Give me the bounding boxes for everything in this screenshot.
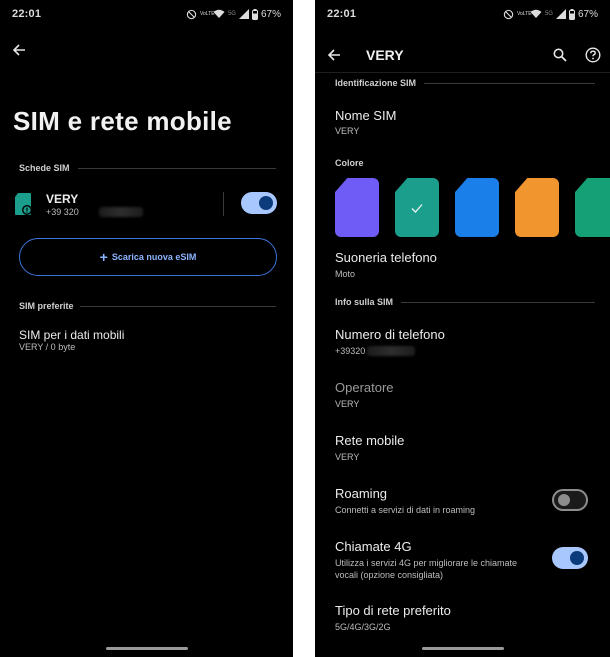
status-time: 22:01 [327, 8, 357, 20]
dnd-icon [186, 9, 197, 19]
search-icon [553, 48, 567, 62]
color-swatch-purple[interactable] [335, 178, 379, 237]
section-label: Colore [335, 158, 364, 168]
preferred-network-title[interactable]: Tipo di rete preferito [335, 603, 451, 618]
app-bar: VERY [315, 40, 610, 70]
phone-number-title[interactable]: Numero di telefono [335, 327, 445, 342]
search-button[interactable] [551, 46, 569, 64]
calls-4g-title[interactable]: Chiamate 4G [335, 539, 412, 554]
mobile-network-title[interactable]: Rete mobile [335, 433, 404, 448]
number-redaction [99, 207, 143, 217]
preferred-network-value: 5G/4G/3G/2G [335, 622, 391, 632]
sim-name: VERY [46, 192, 79, 206]
section-label: Identificazione SIM [335, 78, 417, 88]
color-section-header: Colore [335, 158, 595, 168]
status-bar: 22:01 VoLTE 5G 67% [0, 0, 293, 28]
sim-name-title[interactable]: Nome SIM [335, 108, 396, 123]
status-bar: 22:01 VoLTE 5G 67% [315, 0, 610, 28]
mobile-data-sim-title[interactable]: SIM per i dati mobili [19, 328, 124, 342]
number-redaction [367, 346, 415, 356]
signal-icon [555, 9, 566, 19]
mobile-network-value: VERY [335, 452, 360, 462]
sim-name-value: VERY [335, 126, 360, 136]
sim-id-section-header: Identificazione SIM [335, 78, 595, 88]
back-button[interactable] [324, 45, 344, 65]
section-divider [401, 301, 595, 303]
roaming-title[interactable]: Roaming [335, 486, 387, 501]
wifi-icon [213, 9, 225, 18]
operator-value: VERY [335, 399, 360, 409]
section-divider [77, 167, 276, 169]
section-label: Schede SIM [19, 163, 70, 173]
sim-enabled-toggle[interactable] [241, 192, 277, 214]
phone-number-value: +39320 [335, 346, 366, 356]
sim-card-row[interactable]: VERY +39 320 [13, 186, 277, 222]
help-icon [585, 47, 601, 63]
roaming-toggle[interactable] [552, 489, 588, 511]
status-icons: VoLTE 5G 67% [186, 8, 281, 20]
app-bar-title: VERY [366, 47, 404, 63]
color-swatch-green[interactable] [575, 178, 610, 237]
arrow-left-icon [12, 44, 25, 56]
status-time: 22:01 [12, 8, 42, 20]
calls-4g-description: Utilizza i servizi 4G per migliorare le … [335, 558, 518, 580]
download-esim-button[interactable]: + Scarica nuova eSIM [19, 238, 277, 276]
app-bar-divider [315, 72, 610, 73]
color-swatch-orange[interactable] [515, 178, 559, 237]
arrow-left-icon [327, 49, 340, 61]
signal-icon [238, 9, 249, 19]
roaming-description: Connetti a servizi di dati in roaming [335, 505, 476, 515]
calls-4g-toggle[interactable] [552, 547, 588, 569]
check-icon [411, 203, 423, 213]
volte-icon: VoLTE [199, 10, 215, 17]
section-label: Info sulla SIM [335, 297, 394, 307]
toggle-knob [570, 551, 584, 565]
help-button[interactable] [583, 45, 603, 65]
volte-icon: VoLTE [516, 10, 532, 17]
mobile-data-sim-value: VERY / 0 byte [19, 342, 76, 352]
section-label: SIM preferite [19, 301, 74, 311]
color-swatch-teal[interactable] [395, 178, 439, 237]
network-type-icon: 5G [544, 11, 553, 17]
sim-card-icon [15, 193, 32, 215]
download-esim-label: Scarica nuova eSIM [111, 252, 197, 262]
operator-title: Operatore [335, 380, 394, 395]
battery-percent: 67% [260, 8, 281, 20]
section-divider [424, 82, 595, 84]
color-swatch-list [335, 178, 610, 238]
wifi-icon [530, 9, 542, 18]
sim-row-divider [223, 192, 224, 216]
back-button[interactable] [9, 40, 29, 60]
sim-settings-screen: 22:01 VoLTE 5G 67% SIM e rete mobile Sch… [0, 0, 293, 657]
sim-info-section-header: Info sulla SIM [335, 297, 595, 307]
home-indicator[interactable] [105, 647, 188, 650]
ringtone-title[interactable]: Suoneria telefono [335, 250, 437, 265]
status-icons: VoLTE 5G 67% [503, 8, 598, 20]
sim-number: +39 320 [46, 207, 79, 217]
section-divider [80, 306, 276, 307]
battery-icon [251, 8, 258, 20]
network-type-icon: 5G [227, 11, 236, 17]
sim-cards-section-header: Schede SIM [19, 163, 276, 173]
battery-percent: 67% [577, 8, 598, 20]
plus-icon: + [99, 249, 108, 265]
ringtone-value: Moto [335, 269, 356, 279]
dnd-icon [503, 9, 514, 19]
sim-detail-screen: 22:01 VoLTE 5G 67% VERY Identificazione … [315, 0, 610, 657]
toggle-knob [558, 494, 570, 506]
home-indicator[interactable] [421, 647, 504, 650]
color-swatch-blue[interactable] [455, 178, 499, 237]
page-title: SIM e rete mobile [13, 106, 232, 136]
toggle-knob [259, 196, 273, 210]
battery-icon [568, 8, 575, 20]
